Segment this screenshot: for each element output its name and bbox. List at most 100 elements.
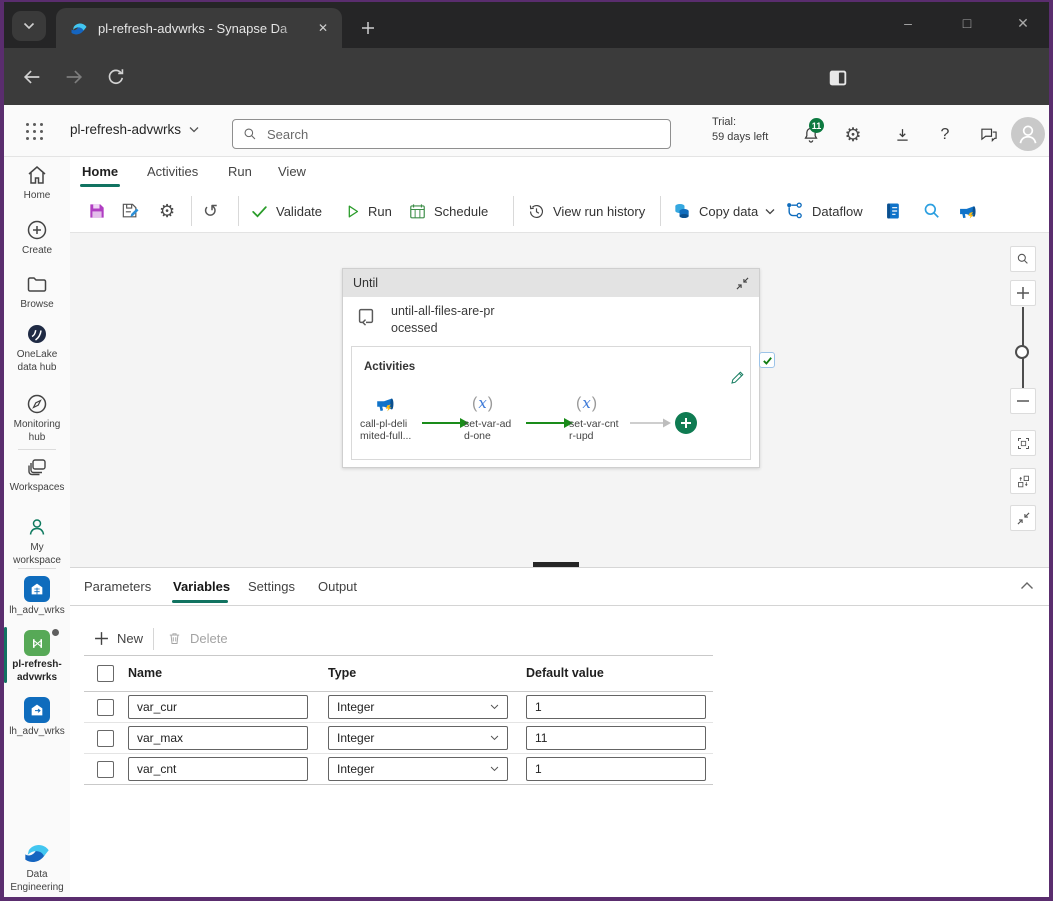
sidebar-item-workspaces[interactable]: Workspaces [4,455,70,494]
back-button[interactable] [20,65,44,89]
until-activities-container[interactable]: Activities call-pl-deli mited-full... (x… [351,346,751,460]
pipeline-settings-gear-icon[interactable]: ⚙ [159,199,175,223]
chevron-up-icon[interactable] [1020,581,1034,590]
view-run-history-button[interactable]: View run history [527,199,645,223]
properties-panel: Parameters Variables Settings Output New… [70,567,1049,897]
toolbar-search-button[interactable] [922,199,942,223]
delete-variable-button[interactable]: Delete [167,625,228,651]
undo-icon[interactable]: ↺ [203,199,218,223]
app-title[interactable]: pl-refresh-advwrks [70,122,199,137]
set-variable-icon[interactable]: (x) [472,394,494,413]
variable-name-input[interactable] [128,726,308,750]
sidebar-item-home[interactable]: Home [4,163,70,202]
variable-default-input[interactable] [526,726,706,750]
sidebar-item-experience[interactable]: Data Engineering [4,838,70,894]
save-button[interactable] [87,199,107,223]
sidebar-item-onelake[interactable]: OneLake data hub [4,322,70,374]
panel-tab-parameters[interactable]: Parameters [84,579,151,594]
panel-tab-output[interactable]: Output [318,579,357,594]
trial-line2: 59 days left [712,130,768,145]
search-input[interactable] [265,126,660,143]
zoom-in-button[interactable] [1010,280,1036,306]
check-icon [250,202,269,221]
chevron-down-icon [189,126,199,133]
until-activity[interactable]: Until until-all-files-are-pr ocessed Act… [342,268,760,468]
edit-pencil-icon[interactable] [730,369,746,385]
forward-button[interactable] [62,65,86,89]
canvas-search-button[interactable] [1010,246,1036,272]
new-variable-button[interactable]: New [94,625,143,651]
sidebar-item-sql-endpoint[interactable]: lh_adv_wrks [4,697,70,738]
zoom-out-button[interactable] [1010,388,1036,414]
plus-icon [361,21,375,35]
until-loop-icon [355,305,377,327]
sidebar-item-monitoring[interactable]: Monitoring hub [4,392,70,444]
global-search[interactable] [232,119,671,149]
add-activity-button[interactable] [675,412,697,434]
tab-view[interactable]: View [278,164,306,179]
auto-align-button[interactable] [1010,468,1036,494]
account-avatar[interactable] [1011,117,1045,151]
sidebar-item-my-workspace[interactable]: My workspace [4,515,70,567]
validate-button[interactable]: Validate [250,199,322,223]
panel-tab-variables[interactable]: Variables [173,579,230,594]
selected-type: Integer [337,731,374,745]
fit-to-screen-button[interactable] [1010,430,1036,456]
select-all-checkbox[interactable] [97,665,114,682]
run-button[interactable]: Run [344,199,392,223]
schedule-button[interactable]: Schedule [408,199,488,223]
row-checkbox[interactable] [97,699,114,716]
sidebar-item-pipeline-selected[interactable]: pl-refresh-advwrks [4,630,70,684]
waffle-icon[interactable] [26,123,43,140]
tab-activities[interactable]: Activities [147,164,198,179]
save-as-button[interactable] [120,199,140,223]
zoom-slider-thumb[interactable] [1015,345,1029,359]
sidebar-item-create[interactable]: Create [4,218,70,257]
invoke-pipeline-toolbar-icon[interactable] [957,199,978,223]
variable-default-input[interactable] [526,695,706,719]
variable-name-input[interactable] [128,757,308,781]
sidebar-item-lakehouse[interactable]: lh_adv_wrks [4,576,70,617]
refresh-button[interactable] [104,65,128,89]
tab-close-icon[interactable]: ✕ [314,19,332,37]
copy-data-label: Copy data [699,204,758,219]
unsaved-dot [52,629,59,636]
until-activity-header[interactable]: Until [343,269,759,297]
invoke-pipeline-icon[interactable] [374,393,396,415]
panel-tab-settings[interactable]: Settings [248,579,295,594]
tab-run[interactable]: Run [228,164,252,179]
workspaces-icon [25,455,49,479]
browser-tab[interactable]: pl-refresh-advwrks - Synapse Da ✕ [56,8,342,48]
download-button[interactable] [891,124,913,146]
dataflow-button[interactable]: Dataflow [785,199,863,223]
activity-state-checkbox[interactable] [759,352,775,368]
until-name-line1: until-all-files-are-pr [391,303,495,320]
browser-window: pl-refresh-advwrks - Synapse Da ✕ – □ ✕ … [0,0,1053,901]
tab-home[interactable]: Home [82,164,118,179]
row-checkbox[interactable] [97,730,114,747]
set-variable-icon[interactable]: (x) [576,394,598,413]
variable-type-select[interactable]: Integer [328,726,508,750]
collapse-panel-button[interactable] [1010,505,1036,531]
delete-label: Delete [190,631,228,646]
settings-gear-icon[interactable]: ⚙ [842,124,864,146]
variable-type-select[interactable]: Integer [328,695,508,719]
variable-default-input[interactable] [526,757,706,781]
side-panel-icon[interactable] [826,66,850,90]
notebook-button[interactable] [883,199,903,223]
close-button[interactable]: ✕ [1001,6,1045,40]
new-tab-button[interactable] [356,16,380,40]
pipeline-canvas[interactable]: Until until-all-files-are-pr ocessed Act… [70,233,1049,567]
maximize-button[interactable]: □ [945,6,989,40]
copy-data-button[interactable]: Copy data [672,199,775,223]
row-checkbox[interactable] [97,761,114,778]
minimize-button[interactable]: – [886,6,930,40]
feedback-button[interactable] [978,124,1000,146]
tab-search-button[interactable] [12,11,46,41]
collapse-icon[interactable] [736,277,749,290]
variable-type-select[interactable]: Integer [328,757,508,781]
sidebar-item-browse[interactable]: Browse [4,272,70,311]
help-button[interactable]: ? [934,124,956,146]
window-frame-edge [0,0,1053,2]
variable-name-input[interactable] [128,695,308,719]
